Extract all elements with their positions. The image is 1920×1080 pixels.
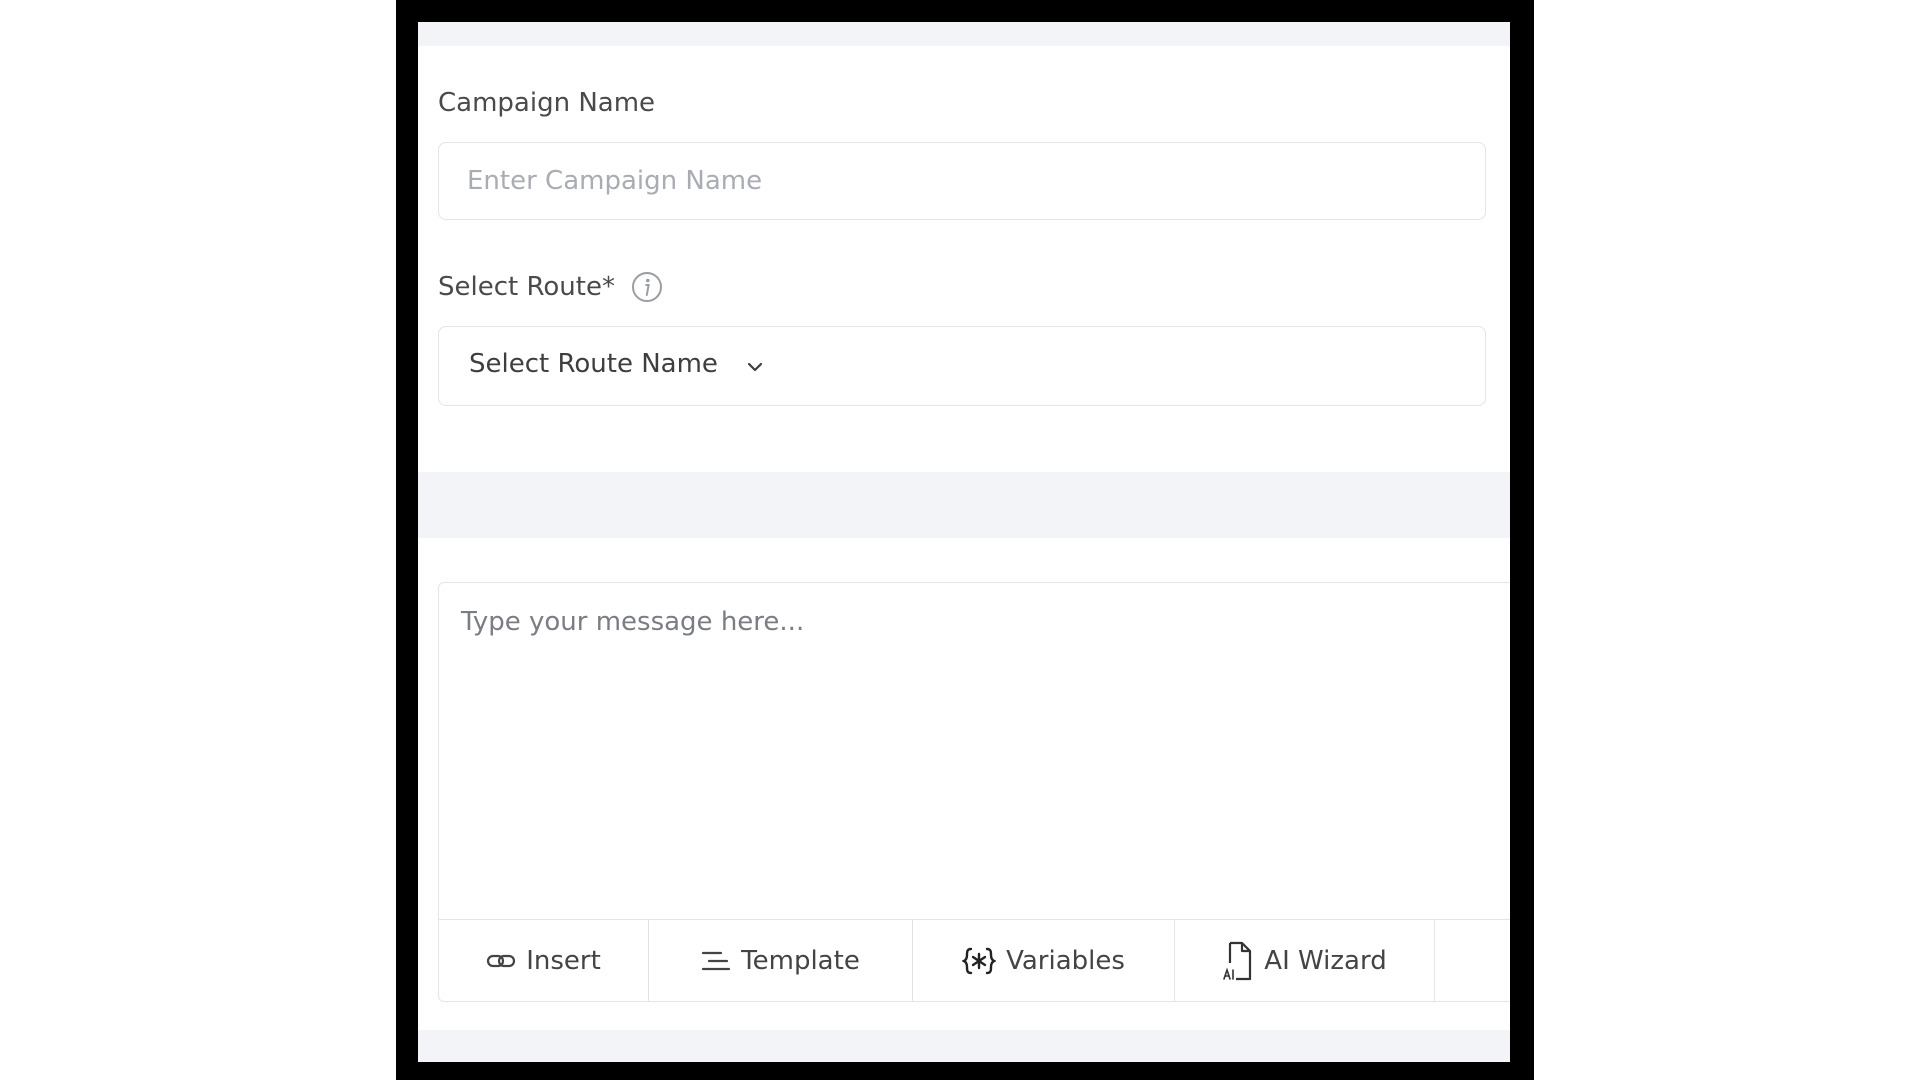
campaign-form-card: Campaign Name Select Route* Select Route…	[418, 46, 1510, 472]
template-label: Template	[741, 946, 860, 976]
toolbar-extra-slot	[1435, 920, 1510, 1002]
top-strip	[418, 22, 1510, 46]
route-select-value: Select Route Name	[469, 349, 718, 379]
insert-button[interactable]: Insert	[439, 920, 649, 1002]
message-textarea[interactable]	[439, 583, 1510, 919]
message-card: Insert Template Va	[418, 538, 1510, 1062]
template-button[interactable]: Template	[649, 920, 913, 1002]
campaign-name-label: Campaign Name	[438, 88, 656, 118]
info-circle-icon[interactable]	[630, 270, 664, 304]
message-editor: Insert Template Va	[438, 582, 1510, 1002]
campaign-name-input[interactable]	[438, 142, 1486, 220]
variables-braces-icon	[962, 947, 997, 975]
route-select[interactable]: Select Route Name	[438, 326, 1486, 406]
message-toolbar: Insert Template Variables AI Wizard	[439, 919, 1510, 1003]
variables-label: Variables	[1006, 946, 1125, 976]
bottom-strip	[418, 1030, 1510, 1062]
chevron-down-icon	[747, 362, 763, 372]
variables-button[interactable]: Variables	[913, 920, 1175, 1002]
select-route-label: Select Route*	[438, 272, 615, 302]
ai-wizard-label: AI Wizard	[1264, 946, 1387, 976]
template-lines-icon	[702, 951, 731, 971]
section-divider-band	[418, 472, 1510, 538]
ai-document-icon	[1223, 941, 1252, 981]
campaign-panel: Campaign Name Select Route* Select Route…	[418, 22, 1510, 1062]
ai-wizard-button[interactable]: AI Wizard	[1175, 920, 1435, 1002]
link-icon	[487, 954, 516, 968]
screenshot-frame: Campaign Name Select Route* Select Route…	[396, 0, 1534, 1080]
insert-label: Insert	[526, 946, 601, 976]
